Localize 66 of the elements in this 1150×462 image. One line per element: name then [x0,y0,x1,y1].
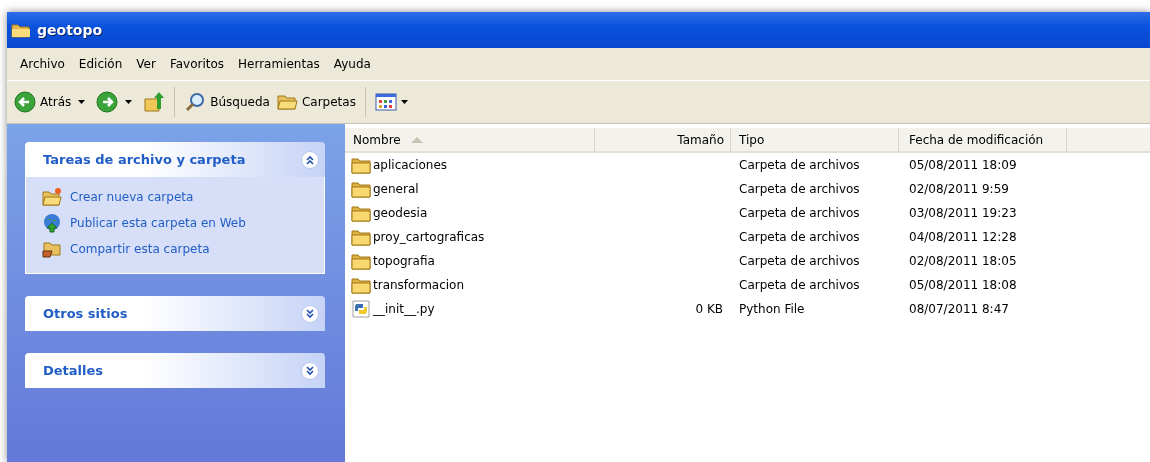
file-type: Python File [739,302,805,316]
folders-button[interactable]: Carpetas [272,89,359,115]
panel-header[interactable]: Otros sitios [25,296,325,331]
panel-title: Detalles [43,363,104,378]
file-type: Carpeta de archivos [739,206,860,220]
file-size: 0 KB [695,302,723,316]
folder-icon [351,156,371,174]
back-button[interactable]: Atrás [11,89,75,115]
file-name[interactable]: proy_cartograficas [373,230,485,244]
column-header[interactable]: Fecha de modificación [899,128,1067,151]
panel-header[interactable]: Detalles [25,353,325,388]
column-header[interactable]: Tamaño [595,128,731,151]
folder-icon [42,187,62,207]
file-type: Carpeta de archivos [739,230,860,244]
file-name[interactable]: aplicaciones [373,158,448,172]
collapse-icon[interactable] [301,150,319,169]
file-name[interactable]: general [373,182,419,196]
menu-item[interactable]: Archivo [13,57,72,71]
task-link[interactable]: Compartir esta carpeta [70,242,210,256]
menu-item[interactable]: Ayuda [326,57,378,71]
file-name[interactable]: __init__.py [373,302,435,316]
menu-item[interactable]: Ver [129,57,163,71]
modified-date: 02/08/2011 9:59 [909,182,1009,196]
task-link[interactable]: Crear nueva carpeta [70,190,194,204]
shared-folder-icon [42,239,62,259]
menu-item[interactable]: Herramientas [231,57,327,71]
folder-icon [11,22,31,38]
sort-arrow-icon [410,136,423,143]
folder-icon [351,228,371,246]
modified-date: 05/08/2011 18:08 [909,278,1017,292]
file-type: Carpeta de archivos [739,158,860,172]
caret-icon[interactable] [78,100,86,104]
task-link[interactable]: Publicar esta carpeta en Web [70,216,246,230]
file-name[interactable]: topografia [373,254,435,268]
file-type: Carpeta de archivos [739,254,860,268]
folder-up-icon [143,91,166,113]
python-file-icon [351,300,371,318]
search-icon [184,91,207,113]
search-button[interactable]: Búsqueda [181,89,273,115]
panel-title: Tareas de archivo y carpeta [43,152,246,167]
modified-date: 08/07/2011 8:47 [909,302,1009,316]
modified-date: 04/08/2011 12:28 [909,230,1017,244]
modified-date: 03/08/2011 19:23 [909,206,1017,220]
folder-icon [351,276,371,294]
window-title: geotopo [37,22,103,38]
modified-date: 02/08/2011 18:05 [909,254,1017,268]
globe-icon [42,213,62,233]
caret-icon[interactable] [125,100,133,104]
panel-header[interactable]: Tareas de archivo y carpeta [25,142,325,177]
expand-icon[interactable] [301,361,319,380]
column-header[interactable]: Tipo [731,128,899,151]
menu-item[interactable]: Edición [71,57,130,71]
folder-icon [351,204,371,222]
panel-title: Otros sitios [43,306,128,321]
file-name[interactable]: transformacion [373,278,465,292]
caret-icon [400,100,408,104]
menu-item[interactable]: Favoritos [162,57,232,71]
folder-icon [351,180,371,198]
column-header[interactable]: Nombre [345,128,595,151]
grid-view-icon [374,91,397,113]
expand-icon[interactable] [301,304,319,323]
file-name[interactable]: geodesia [373,206,428,220]
folder-icon [351,252,371,270]
file-type: Carpeta de archivos [739,278,860,292]
file-type: Carpeta de archivos [739,182,860,196]
modified-date: 05/08/2011 18:09 [909,158,1017,172]
